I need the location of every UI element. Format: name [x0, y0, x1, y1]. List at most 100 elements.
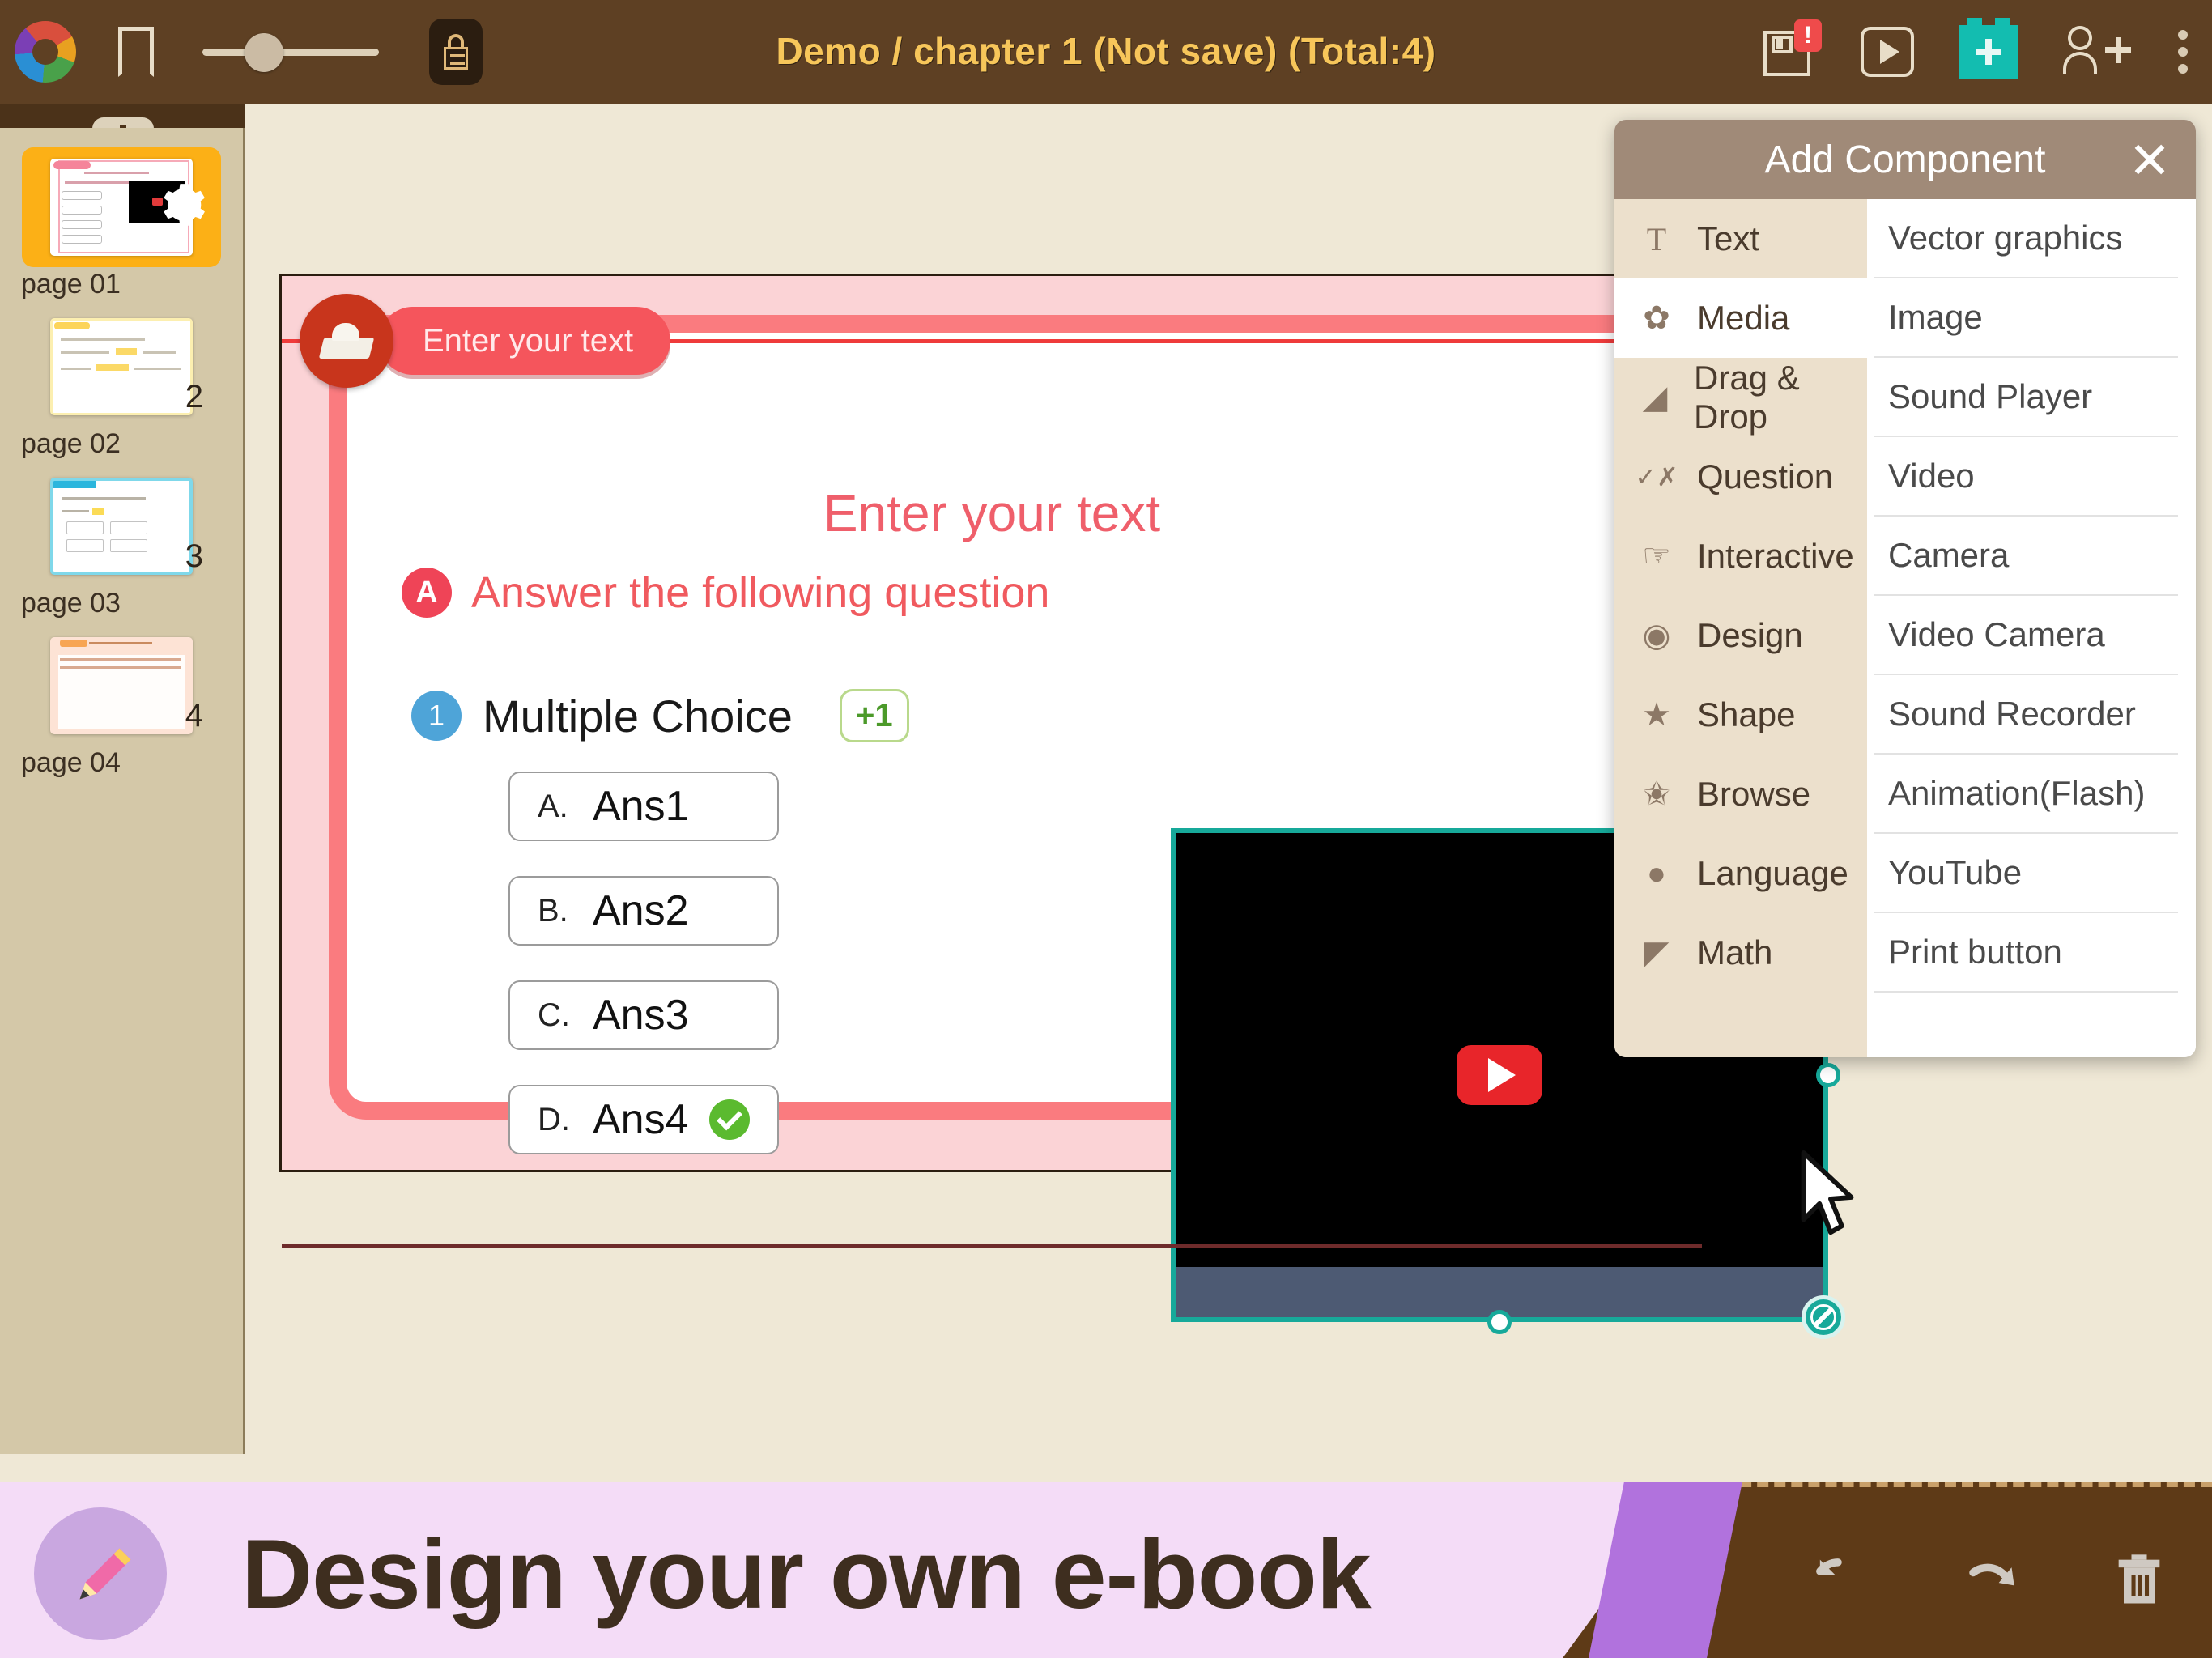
option-letter: A. [538, 788, 568, 824]
trash-icon[interactable] [2108, 1550, 2170, 1611]
component-item[interactable]: Video [1874, 437, 2178, 517]
pencil-icon [79, 1548, 131, 1600]
flower-media-icon: ✿ [1643, 300, 1670, 336]
list-item[interactable]: 3 page 03 [0, 466, 243, 619]
option-letter: D. [538, 1101, 570, 1137]
page-thumb[interactable]: 2 [22, 307, 221, 427]
pencil-badge [34, 1507, 167, 1640]
question-number: 1 [411, 691, 462, 741]
add-component-icon[interactable] [1959, 18, 2018, 79]
question-header[interactable]: 1 Multiple Choice +1 [411, 689, 909, 742]
list-item[interactable]: page 01 [0, 147, 243, 300]
page-thumbnail-list[interactable]: page 01 2 page 02 3 page 03 4 page 04 [0, 128, 245, 1658]
gear-icon[interactable] [156, 180, 206, 230]
page-editor[interactable]: Enter your text Enter your text A Answer… [279, 274, 1845, 1339]
answer-option[interactable]: B. Ans2 [508, 876, 779, 946]
category-math[interactable]: ◤ Math [1614, 913, 1867, 993]
page-thumbnail [50, 637, 193, 734]
star-icon: ★ [1642, 697, 1671, 733]
score-badge[interactable]: +1 [839, 689, 909, 742]
page-title[interactable]: Enter your text [282, 483, 1702, 543]
resize-corner-handle[interactable] [1802, 1295, 1845, 1339]
category-language[interactable]: ● Language [1614, 834, 1867, 913]
component-item[interactable]: Vector graphics [1874, 199, 2178, 278]
instruction-row[interactable]: A Answer the following question [402, 568, 1049, 618]
component-item[interactable]: Image [1874, 278, 2178, 358]
page-divider [282, 1244, 1702, 1248]
page-number: 2 [185, 379, 203, 414]
option-text: Ans2 [593, 887, 689, 934]
question-type: Multiple Choice [483, 690, 793, 742]
category-text[interactable]: T Text [1614, 199, 1867, 278]
title-pill[interactable]: Enter your text [379, 307, 670, 375]
component-item[interactable]: Sound Recorder [1874, 675, 2178, 755]
option-letter: B. [538, 892, 568, 929]
banner-text: Design your own e-book [241, 1519, 1372, 1629]
component-item[interactable]: Animation(Flash) [1874, 755, 2178, 834]
answer-option[interactable]: A. Ans1 [508, 772, 779, 841]
option-text: Ans1 [593, 783, 689, 830]
category-label: Design [1697, 616, 1803, 654]
instruction-text: Answer the following question [471, 568, 1050, 617]
answer-option[interactable]: C. Ans3 [508, 980, 779, 1050]
category-interactive[interactable]: ☞ Interactive [1614, 517, 1867, 596]
category-label: Question [1697, 457, 1834, 495]
category-shape[interactable]: ★ Shape [1614, 675, 1867, 755]
redo-icon[interactable] [1958, 1550, 2019, 1611]
page-label: page 01 [21, 269, 121, 300]
category-list[interactable]: T Text ✿ Media ◢ Drag & Drop ✓✗ Question… [1614, 199, 1867, 1057]
youtube-play-icon[interactable] [1457, 1045, 1542, 1105]
bottom-bar: Design your own e-book [0, 1454, 2212, 1658]
list-item[interactable]: 4 page 04 [0, 626, 243, 779]
mouse-pointer-icon [1801, 1150, 1854, 1235]
panel-title: Add Component [1764, 138, 2046, 181]
category-drag-drop[interactable]: ◢ Drag & Drop [1614, 358, 1867, 437]
page-label: page 04 [21, 747, 121, 778]
text-T-icon: T [1646, 220, 1667, 257]
check-cross-icon: ✓✗ [1635, 462, 1678, 491]
answer-option-correct[interactable]: D. Ans4 [508, 1085, 779, 1154]
correct-check-icon [709, 1099, 750, 1140]
component-item[interactable]: Sound Player [1874, 358, 2178, 437]
undo-icon[interactable] [1807, 1550, 1869, 1611]
component-item[interactable]: Print button [1874, 913, 2178, 993]
option-text: Ans4 [593, 1096, 689, 1143]
category-label: Language [1697, 854, 1848, 892]
category-question[interactable]: ✓✗ Question [1614, 437, 1867, 517]
component-item-list[interactable]: Vector graphics Image Sound Player Video… [1867, 199, 2196, 1057]
top-toolbar: Demo / chapter 1 (Not save) (Total:4) ! [0, 0, 2212, 104]
page-thumbnail [50, 478, 193, 575]
category-label: Drag & Drop [1694, 359, 1800, 436]
page-thumb[interactable]: 4 [22, 626, 221, 746]
panel-header: Add Component [1614, 120, 2196, 199]
page-thumb-selected[interactable] [22, 147, 221, 267]
add-component-panel[interactable]: Add Component T Text ✿ Media ◢ Drag & Dr… [1614, 120, 2196, 1057]
component-item[interactable]: YouTube [1874, 834, 2178, 913]
page-number: 4 [185, 698, 203, 733]
right-handle[interactable] [1816, 1063, 1840, 1087]
instruction-badge: A [402, 568, 452, 618]
add-user-icon[interactable] [2063, 26, 2133, 78]
category-label: Shape [1697, 695, 1796, 733]
toolbar-right-group: ! [1763, 0, 2193, 104]
option-text: Ans3 [593, 992, 689, 1039]
close-icon[interactable] [2131, 141, 2168, 178]
bottom-handle[interactable] [1487, 1310, 1512, 1334]
list-item[interactable]: 2 page 02 [0, 307, 243, 460]
category-media[interactable]: ✿ Media [1614, 278, 1867, 358]
compass-icon: ✬ [1643, 776, 1670, 812]
option-letter: C. [538, 997, 570, 1033]
category-browse[interactable]: ✬ Browse [1614, 755, 1867, 834]
save-alert-badge: ! [1794, 19, 1822, 52]
panel-body: T Text ✿ Media ◢ Drag & Drop ✓✗ Question… [1614, 199, 2196, 1057]
component-item[interactable]: Camera [1874, 517, 2178, 596]
kebab-menu-icon[interactable] [2178, 26, 2193, 78]
page-thumbnail [50, 318, 193, 415]
ruler-triangle-icon: ◤ [1644, 935, 1670, 971]
page-thumb[interactable]: 3 [22, 466, 221, 586]
hand-tap-icon: ☞ [1642, 538, 1671, 574]
component-item[interactable]: Video Camera [1874, 596, 2178, 675]
save-icon[interactable]: ! [1763, 19, 1822, 78]
category-design[interactable]: ◉ Design [1614, 596, 1867, 675]
play-icon[interactable] [1861, 27, 1914, 77]
